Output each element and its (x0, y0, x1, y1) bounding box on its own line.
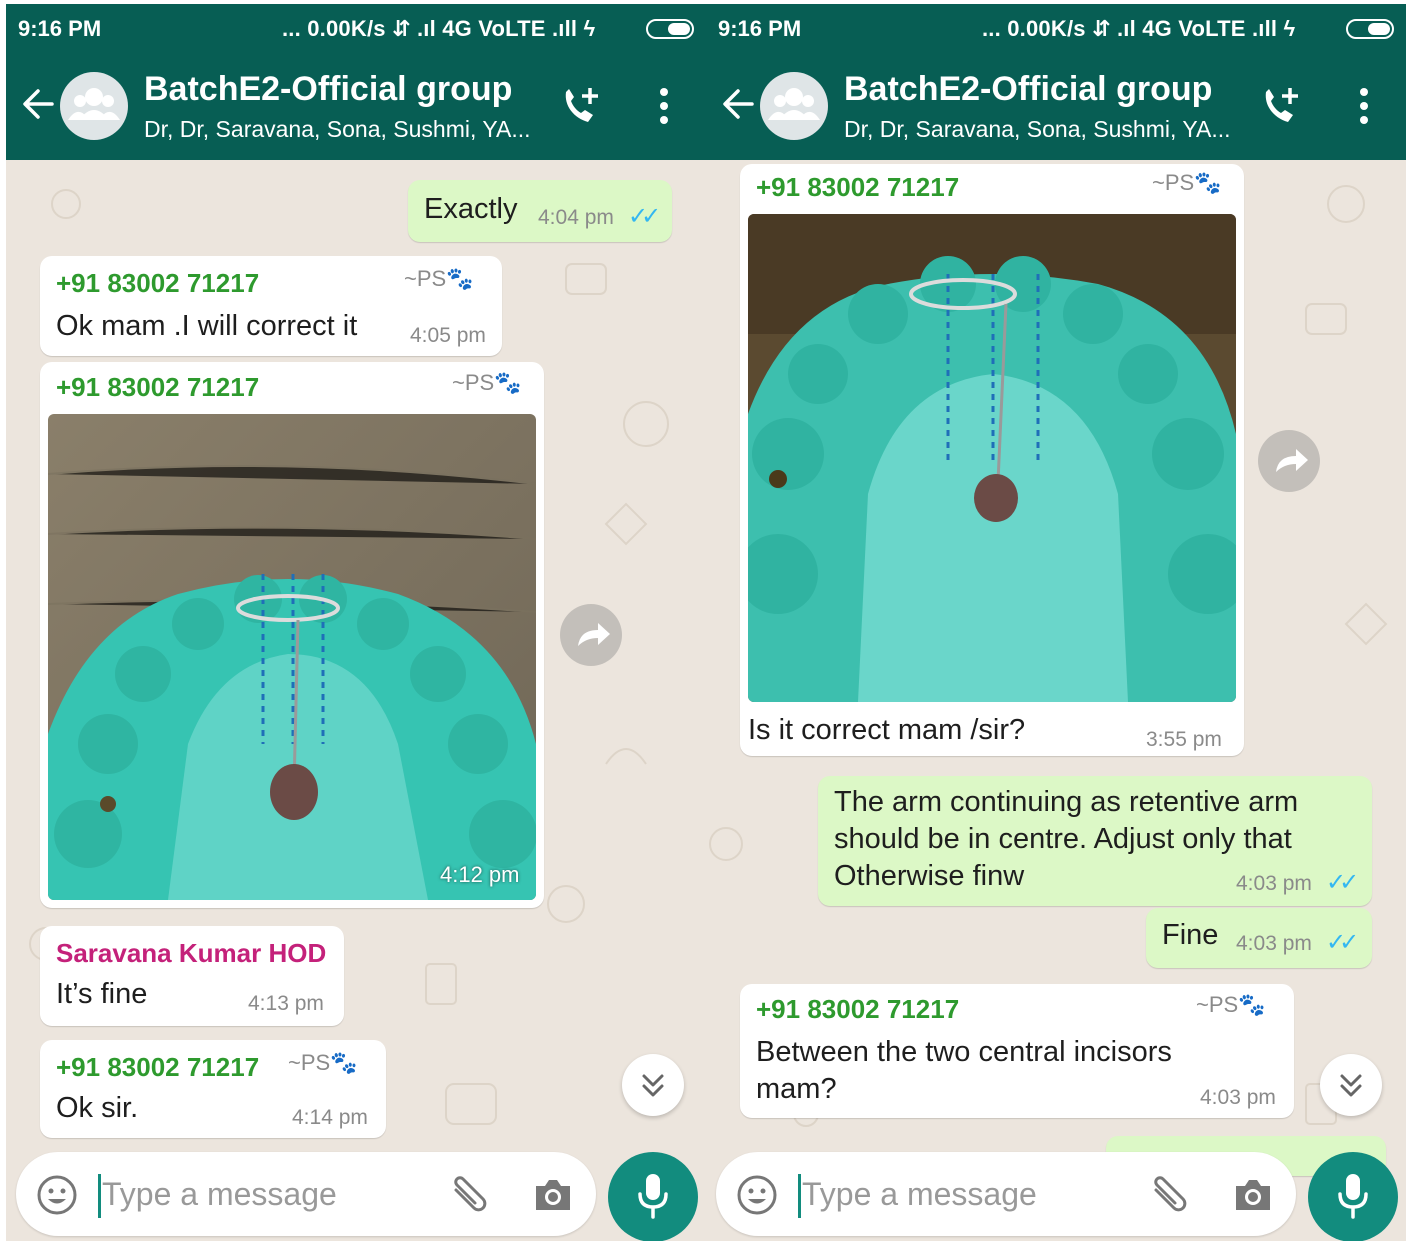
mic-icon (1338, 1174, 1368, 1219)
forward-icon (578, 623, 610, 646)
status-time: 9:16 PM (18, 16, 102, 41)
sender-name[interactable]: +91 83002 71217 (756, 172, 959, 203)
read-ticks-icon: ✓✓ (1326, 929, 1359, 956)
message-time: 4:14 pm (292, 1106, 368, 1129)
message-time: 4:04 pm (538, 206, 614, 229)
sender-handle: ~PS🐾 (452, 370, 522, 395)
sender-handle: ~PS🐾 (1152, 170, 1222, 195)
attach-icon[interactable] (446, 1176, 490, 1216)
group-participants[interactable]: Dr, Dr, Saravana, Sona, Sushmi, YA... (844, 116, 1231, 143)
message-text-line: Otherwise finw (834, 860, 1025, 892)
more-vert-icon[interactable] (1350, 86, 1378, 126)
mic-icon (638, 1174, 668, 1219)
sender-handle: ~PS🐾 (404, 266, 474, 291)
read-ticks-icon: ✓✓ (1326, 869, 1359, 896)
network-status: ... 0.00K/s ⇵ .ıl 4G VoLTE .ıll ϟ (982, 16, 1296, 41)
camera-icon[interactable] (532, 1176, 574, 1214)
sender-name[interactable]: +91 83002 71217 (56, 1052, 259, 1083)
network-status: ... 0.00K/s ⇵ .ıl 4G VoLTE .ıll ϟ (282, 16, 596, 41)
forward-button[interactable] (1258, 430, 1320, 492)
message-bubble-outgoing[interactable]: Exactly 4:04 pm ✓✓ (408, 180, 672, 242)
message-input[interactable] (802, 1172, 1122, 1216)
message-time: 4:03 pm (1236, 932, 1312, 955)
image-time: 4:12 pm (440, 862, 520, 887)
back-arrow-icon[interactable] (20, 84, 56, 124)
text-cursor (98, 1174, 101, 1218)
back-arrow-icon[interactable] (720, 84, 756, 124)
more-vert-icon[interactable] (650, 86, 678, 126)
add-call-icon[interactable] (1258, 84, 1304, 130)
add-call-icon[interactable] (558, 84, 604, 130)
camera-icon[interactable] (1232, 1176, 1274, 1214)
message-text-line: should be in centre. Adjust only that (834, 823, 1292, 855)
message-list[interactable]: +91 83002 71217 ~PS🐾 Is it correct mam /… (706, 160, 1406, 1176)
message-text-line: The arm continuing as retentive arm (834, 786, 1299, 818)
chat-screen-left: 9:16 PM ... 0.00K/s ⇵ .ıl 4G VoLTE .ıll … (6, 4, 706, 1241)
message-text: Ok mam .I will correct it (56, 310, 358, 342)
chevron-down-icon (642, 1074, 664, 1097)
attach-icon[interactable] (1146, 1176, 1190, 1216)
message-bubble-outgoing[interactable]: Fine 4:03 pm ✓✓ (1146, 908, 1372, 968)
dental-cast-photo[interactable] (48, 414, 536, 900)
text-cursor (798, 1174, 801, 1218)
forward-icon (1276, 449, 1308, 472)
message-time: 4:05 pm (410, 324, 486, 347)
composer (716, 1152, 1296, 1236)
chevron-down-icon (1340, 1074, 1362, 1097)
message-text: Fine (1162, 919, 1219, 951)
message-time: 4:13 pm (248, 992, 324, 1015)
group-title[interactable]: BatchE2-Official group (844, 70, 1212, 109)
app-bar: BatchE2-Official group Dr, Dr, Saravana,… (706, 52, 1406, 160)
message-list[interactable]: Exactly 4:04 pm ✓✓ +91 83002 71217 ~PS🐾 … (6, 160, 706, 1160)
dental-cast-photo[interactable] (748, 214, 1236, 702)
emoji-icon[interactable] (736, 1174, 778, 1216)
group-participants[interactable]: Dr, Dr, Saravana, Sona, Sushmi, YA... (144, 116, 531, 143)
composer (16, 1152, 596, 1236)
message-bubble-incoming[interactable]: +91 83002 71217 ~PS🐾 Between the two cen… (740, 984, 1294, 1118)
status-bar: 9:16 PM ... 0.00K/s ⇵ .ıl 4G VoLTE .ıll … (6, 4, 706, 52)
message-text: Exactly (424, 193, 518, 225)
group-avatar-icon[interactable] (760, 72, 828, 140)
forward-button[interactable] (560, 604, 622, 666)
message-time: 4:03 pm (1236, 872, 1312, 895)
scroll-to-bottom-button[interactable] (622, 1054, 684, 1116)
status-bar: 9:16 PM ... 0.00K/s ⇵ .ıl 4G VoLTE .ıll … (706, 4, 1406, 52)
sender-handle: ~PS🐾 (1196, 992, 1266, 1017)
message-text-line: Between the two central incisors (756, 1036, 1172, 1068)
sender-name[interactable]: Saravana Kumar HOD (56, 938, 326, 969)
message-bubble-incoming[interactable]: +91 83002 71217 ~PS🐾 Ok mam .I will corr… (40, 256, 502, 356)
message-time: 3:55 pm (1146, 728, 1222, 751)
message-text: Ok sir. (56, 1092, 139, 1124)
emoji-icon[interactable] (36, 1174, 78, 1216)
chat-screen-right: 9:16 PM ... 0.00K/s ⇵ .ıl 4G VoLTE .ıll … (706, 4, 1406, 1241)
message-bubble-outgoing[interactable]: The arm continuing as retentive arm shou… (818, 776, 1372, 906)
sender-name[interactable]: +91 83002 71217 (756, 994, 959, 1025)
app-bar: BatchE2-Official group Dr, Dr, Saravana,… (6, 52, 706, 160)
battery-icon (1346, 19, 1394, 39)
sender-name[interactable]: +91 83002 71217 (56, 268, 259, 299)
mic-button[interactable] (608, 1152, 698, 1241)
sender-handle: ~PS🐾 (288, 1050, 358, 1075)
message-text: It’s fine (56, 978, 148, 1010)
message-text-line: mam? (756, 1073, 837, 1105)
battery-icon (646, 19, 694, 39)
message-time: 4:03 pm (1200, 1086, 1276, 1109)
mic-button[interactable] (1308, 1152, 1398, 1241)
status-time: 9:16 PM (718, 16, 802, 41)
message-bubble-incoming[interactable]: Saravana Kumar HOD It’s fine 4:13 pm (40, 926, 344, 1026)
scroll-to-bottom-button[interactable] (1320, 1054, 1382, 1116)
read-ticks-icon: ✓✓ (628, 203, 661, 230)
image-message-bubble[interactable]: +91 83002 71217 ~PS🐾 (40, 362, 544, 908)
sender-name[interactable]: +91 83002 71217 (56, 372, 259, 403)
message-bubble-incoming[interactable]: +91 83002 71217 ~PS🐾 Ok sir. 4:14 pm (40, 1040, 386, 1138)
image-message-bubble[interactable]: +91 83002 71217 ~PS🐾 (740, 164, 1244, 756)
group-avatar-icon[interactable] (60, 72, 128, 140)
message-input[interactable] (102, 1172, 422, 1216)
group-title[interactable]: BatchE2-Official group (144, 70, 512, 109)
message-text: Is it correct mam /sir? (748, 714, 1026, 746)
